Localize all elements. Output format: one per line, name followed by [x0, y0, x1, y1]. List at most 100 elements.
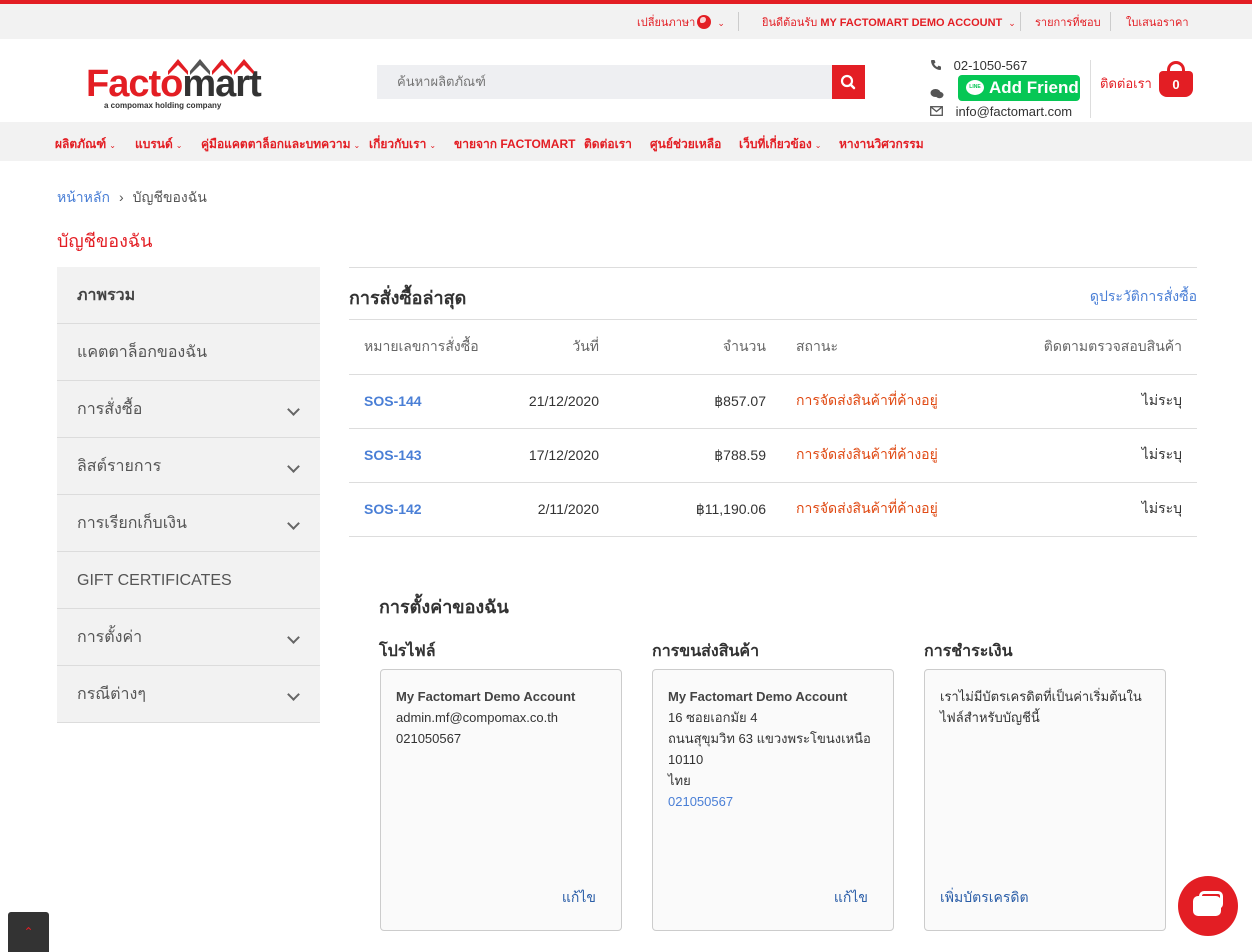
nav-label: ขายจาก FACTOMART — [454, 137, 576, 151]
account-menu[interactable]: ยินดีต้อนรับ MY FACTOMART DEMO ACCOUNT ⌄ — [762, 13, 1016, 31]
order-status: การจัดส่งสินค้าที่ค้างอยู่ — [766, 482, 1036, 537]
chevron-down-icon: ⌄ — [353, 141, 361, 150]
cart-button[interactable]: 0 — [1159, 61, 1193, 97]
shipping-address-line: ถนนสุขุมวิท 63 แขวงพระโขนงเหนือ — [668, 731, 871, 746]
sidebar-item-overview[interactable]: ภาพรวม — [57, 267, 320, 324]
nav-item-products[interactable]: ผลิตภัณฑ์ ⌄ — [55, 135, 116, 154]
payment-heading: การชำระเงิน — [924, 643, 1013, 660]
sidebar-item-label: การตั้งค่า — [77, 629, 143, 646]
search-icon — [840, 74, 856, 90]
phone-row: 02-1050-567 — [930, 58, 1027, 73]
shipping-address-line: 16 ซอยเอกมัย 4 — [668, 710, 758, 725]
logo-text-dark: mart — [182, 63, 261, 105]
line-add-friend-button[interactable]: LINE Add Friend — [958, 75, 1080, 101]
language-switcher[interactable]: เปลี่ยนภาษา ⌄ — [637, 13, 725, 31]
breadcrumb-current: บัญชีของฉัน — [132, 189, 207, 205]
order-number-link[interactable]: SOS-143 — [349, 428, 489, 483]
chat-icon — [930, 89, 944, 99]
email-address[interactable]: info@factomart.com — [956, 104, 1073, 119]
sidebar-item-label: การสั่งซื้อ — [77, 401, 143, 418]
phone-number[interactable]: 02-1050-567 — [954, 58, 1028, 73]
nav-item-brands[interactable]: แบรนด์ ⌄ — [135, 135, 183, 154]
logo-wordmark: Factomart — [86, 63, 262, 106]
sidebar-item-gift-certificates[interactable]: GIFT CERTIFICATES — [57, 552, 320, 609]
nav-label: ศูนย์ช่วยเหลือ — [650, 137, 722, 151]
table-header-row: หมายเลขการสั่งซื้อ วันที่ จำนวน สถานะ ติ… — [349, 320, 1197, 375]
order-status: การจัดส่งสินค้าที่ค้างอยู่ — [766, 374, 1036, 429]
column-header[interactable]: ติดตามตรวจสอบสินค้า — [1036, 320, 1197, 375]
chat-row — [930, 88, 944, 103]
sidebar-item-label: GIFT CERTIFICATES — [77, 572, 232, 589]
search-button[interactable] — [832, 65, 865, 99]
sidebar-item-my-catalog[interactable]: แคตตาล็อกของฉัน — [57, 324, 320, 381]
chat-icon — [1193, 896, 1221, 916]
site-header: Factomart a compomax holding company 02-… — [0, 39, 1252, 122]
shipping-postcode: 10110 — [668, 752, 704, 767]
nav-item-about[interactable]: เกี่ยวกับเรา ⌄ — [369, 135, 436, 154]
live-chat-button[interactable] — [1178, 876, 1238, 936]
nav-item-contact[interactable]: ติดต่อเรา — [584, 135, 632, 154]
line-icon: LINE — [966, 80, 984, 95]
profile-name: My Factomart Demo Account — [396, 689, 576, 704]
sidebar-item-label: การเรียกเก็บเงิน — [77, 515, 187, 532]
search-input[interactable] — [377, 65, 832, 99]
nav-item-help[interactable]: ศูนย์ช่วยเหลือ — [650, 135, 721, 154]
chevron-down-icon — [287, 460, 300, 473]
profile-heading: โปรไฟล์ — [379, 643, 436, 660]
add-credit-card-link[interactable]: เพิ่มบัตรเครดิต — [940, 887, 1029, 908]
main-nav: ผลิตภัณฑ์ ⌄ แบรนด์ ⌄ คู่มือแคตตาล็อกและบทค… — [0, 122, 1252, 161]
recent-orders-header: การสั่งซื้อล่าสุด ดูประวัติการสั่งซื้อ — [349, 267, 1197, 320]
section-title: การสั่งซื้อล่าสุด — [349, 288, 467, 308]
column-header[interactable]: หมายเลขการสั่งซื้อ — [349, 320, 489, 375]
edit-shipping-link[interactable]: แก้ไข — [834, 887, 868, 908]
sidebar-item-billing[interactable]: การเรียกเก็บเงิน — [57, 495, 320, 552]
column-header[interactable]: สถานะ — [766, 320, 1036, 375]
top-utility-bar: เปลี่ยนภาษา ⌄ ยินดีต้อนรับ MY FACTOMART D… — [0, 4, 1252, 39]
sidebar-item-cases[interactable]: กรณีต่างๆ — [57, 666, 320, 723]
sidebar-item-settings[interactable]: การตั้งค่า — [57, 609, 320, 666]
nav-item-related-sites[interactable]: เว็บที่เกี่ยวข้อง ⌄ — [739, 135, 821, 154]
shipping-phone-link[interactable]: 021050567 — [668, 791, 878, 812]
recent-orders-section: การสั่งซื้อล่าสุด ดูประวัติการสั่งซื้อ ห… — [349, 267, 1197, 537]
quote-link[interactable]: ใบเสนอราคา — [1126, 13, 1189, 31]
scroll-to-top-button[interactable]: ⌃ — [8, 912, 49, 952]
order-history-link[interactable]: ดูประวัติการสั่งซื้อ — [1090, 286, 1197, 308]
divider — [1090, 60, 1091, 118]
wishlist-link[interactable]: รายการที่ชอบ — [1035, 13, 1101, 31]
order-number-link[interactable]: SOS-144 — [349, 374, 489, 429]
cart-count: 0 — [1159, 71, 1193, 97]
chevron-down-icon: ⌄ — [814, 141, 822, 150]
chevron-right-icon: › — [118, 189, 124, 205]
sidebar-item-orders[interactable]: การสั่งซื้อ — [57, 381, 320, 438]
nav-label: คู่มือแคตตาล็อกและบทความ — [201, 137, 351, 151]
chevron-down-icon — [287, 403, 300, 416]
contact-us-link[interactable]: ติดต่อเรา — [1100, 73, 1152, 94]
breadcrumb: หน้าหลัก › บัญชีของฉัน — [57, 187, 207, 209]
nav-item-catalogs[interactable]: คู่มือแคตตาล็อกและบทความ ⌄ — [201, 135, 360, 154]
order-number-link[interactable]: SOS-142 — [349, 482, 489, 537]
nav-label: เว็บที่เกี่ยวข้อง — [739, 137, 812, 151]
sidebar-item-label: กรณีต่างๆ — [77, 686, 146, 703]
sidebar-item-lists[interactable]: ลิสต์รายการ — [57, 438, 320, 495]
sidebar-item-label: แคตตาล็อกของฉัน — [77, 344, 208, 361]
edit-profile-link[interactable]: แก้ไข — [562, 887, 596, 908]
chevron-down-icon: ⌄ — [429, 141, 437, 150]
nav-item-sell[interactable]: ขายจาก FACTOMART — [454, 135, 575, 154]
factomart-logo[interactable]: Factomart a compomax holding company — [86, 57, 262, 115]
nav-label: หางานวิศวกรรม — [839, 137, 924, 151]
column-header[interactable]: วันที่ — [489, 320, 599, 375]
column-header[interactable]: จำนวน — [599, 320, 766, 375]
profile-email: admin.mf@compomax.co.th — [396, 710, 559, 725]
nav-item-jobs[interactable]: หางานวิศวกรรม — [839, 135, 924, 154]
shipping-heading: การขนส่งสินค้า — [652, 643, 760, 660]
order-amount: ฿11,190.06 — [599, 482, 766, 537]
nav-label: แบรนด์ — [135, 137, 173, 151]
chevron-down-icon: ⌄ — [109, 141, 116, 150]
order-date: 2/11/2020 — [489, 482, 599, 537]
globe-icon — [697, 15, 712, 29]
breadcrumb-home-link[interactable]: หน้าหลัก — [57, 189, 110, 205]
order-status: การจัดส่งสินค้าที่ค้างอยู่ — [766, 428, 1036, 483]
chevron-up-icon: ⌃ — [23, 925, 34, 939]
phone-icon — [931, 60, 941, 70]
order-tracking: ไม่ระบุ — [1036, 374, 1197, 429]
